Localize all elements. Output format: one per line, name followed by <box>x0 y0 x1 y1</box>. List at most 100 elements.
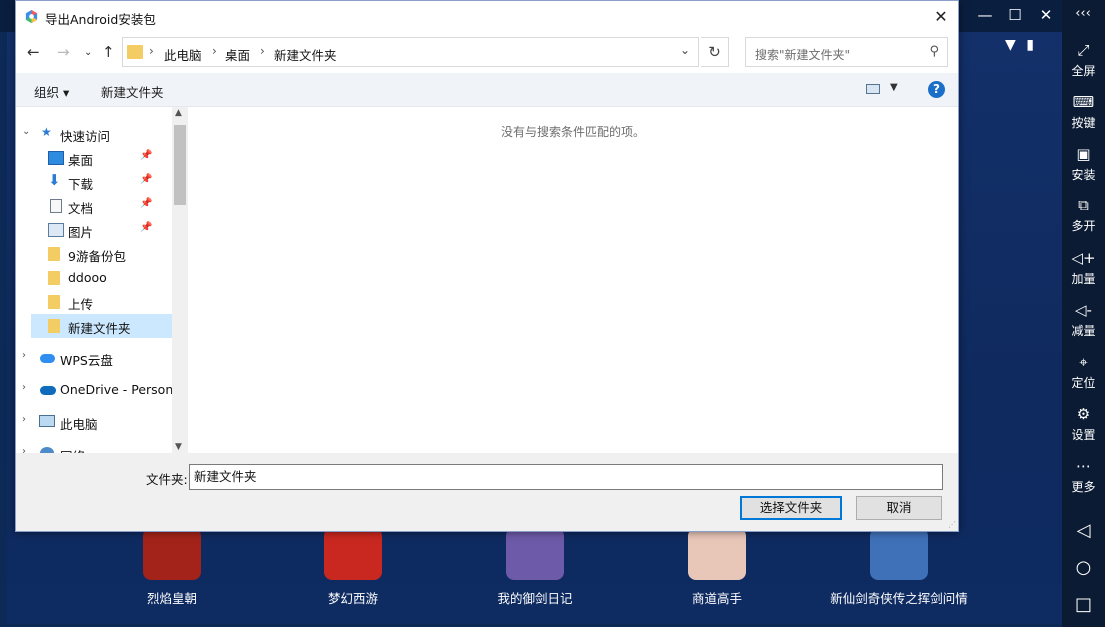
sidebar-multi-button[interactable]: ⧉ 多开 <box>1062 195 1105 234</box>
computer-icon <box>39 415 55 427</box>
scroll-down-icon[interactable]: ▼ <box>175 442 182 452</box>
search-input[interactable]: 搜索"新建文件夹" ⚲ <box>745 37 948 67</box>
address-dropdown-icon[interactable]: ⌄ <box>680 43 690 57</box>
sidebar-location-button[interactable]: ⌖ 定位 <box>1062 352 1105 391</box>
sidebar-label: 更多 <box>1071 480 1096 494</box>
desktop-icon <box>48 151 64 165</box>
breadcrumb-this-pc[interactable]: 此电脑 <box>164 45 202 64</box>
scroll-up-icon[interactable]: ▲ <box>175 108 182 118</box>
tree-item-desktop[interactable]: 桌面 📌 <box>16 146 172 170</box>
address-bar[interactable]: › 此电脑 › 桌面 › 新建文件夹 ⌄ <box>122 37 699 67</box>
app-icon-3[interactable]: 我的御剑日记 <box>455 528 615 607</box>
chevron-down-icon[interactable]: ⌄ <box>22 126 30 137</box>
app-icon-1[interactable]: 烈焰皇朝 <box>92 528 252 607</box>
command-bar: 组织 ▾ 新建文件夹 ▼ ? <box>16 73 958 107</box>
download-arrow-icon: ⬇ <box>48 171 61 189</box>
tree-quick-access[interactable]: ⌄ ★ 快速访问 <box>16 122 172 146</box>
scrollbar-thumb[interactable] <box>174 125 186 205</box>
chevron-right-icon[interactable]: › <box>22 414 26 425</box>
breadcrumb-separator-icon[interactable]: › <box>212 44 217 58</box>
back-arrow-icon[interactable]: ← <box>27 43 40 61</box>
tree-item-9you-backup[interactable]: 9游备份包 <box>16 242 172 266</box>
game-icon <box>688 528 746 580</box>
tree-onedrive[interactable]: › OneDrive - Personal <box>16 378 172 402</box>
sidebar-label: 全屏 <box>1071 64 1096 78</box>
tree-item-downloads[interactable]: ⬇ 下载 📌 <box>16 170 172 194</box>
pin-icon: 📌 <box>140 150 153 161</box>
tree-item-ddooo[interactable]: ddooo <box>16 266 172 290</box>
sidebar-keys-button[interactable]: ⌨ 按键 <box>1062 92 1105 131</box>
app-icon-4[interactable]: 商道高手 <box>637 528 797 607</box>
new-folder-button[interactable]: 新建文件夹 <box>101 82 164 101</box>
app-label: 烈焰皇朝 <box>146 591 197 606</box>
game-icon <box>870 528 928 580</box>
folder-name-input[interactable]: 新建文件夹 <box>189 464 943 490</box>
android-back-icon[interactable]: ◁ <box>1062 520 1105 541</box>
breadcrumb-separator-icon[interactable]: › <box>260 44 265 58</box>
file-list[interactable]: 没有与搜索条件匹配的项。 <box>188 107 958 453</box>
minimize-icon[interactable]: — <box>971 6 999 24</box>
view-options-icon[interactable] <box>866 84 880 94</box>
sidebar-volume-up-button[interactable]: ◁+ 加量 <box>1062 248 1105 287</box>
breadcrumb-separator-icon[interactable]: › <box>149 44 154 58</box>
app-label: 我的御剑日记 <box>497 591 573 606</box>
tree-label: 图片 <box>68 225 94 240</box>
folder-label: 文件夹: <box>146 472 188 487</box>
sidebar-more-button[interactable]: ⋯ 更多 <box>1062 456 1105 495</box>
resize-grip-icon[interactable]: ⋰ <box>948 520 956 529</box>
folder-icon <box>48 271 60 285</box>
app-icon-5[interactable]: 新仙剑奇侠传之挥剑问情 <box>819 528 979 607</box>
close-icon[interactable]: ✕ <box>1032 6 1060 24</box>
tree-item-documents[interactable]: 文档 📌 <box>16 194 172 218</box>
sidebar-fullscreen-button[interactable]: ⤢ 全屏 <box>1062 40 1105 79</box>
pin-icon: 📌 <box>140 222 153 233</box>
sidebar-label: 安装 <box>1071 168 1096 182</box>
multi-instance-icon: ⧉ <box>1078 196 1089 214</box>
app-logo-icon <box>25 9 38 24</box>
tree-network[interactable]: › 网络 <box>16 442 172 453</box>
search-placeholder: 搜索"新建文件夹" <box>755 48 851 62</box>
tree-item-new-folder[interactable]: 新建文件夹 <box>31 314 172 338</box>
folder-icon <box>48 295 60 309</box>
tree-wps-cloud[interactable]: › WPS云盘 <box>16 346 172 370</box>
up-arrow-icon[interactable]: ↑ <box>102 43 115 61</box>
game-icon <box>324 528 382 580</box>
chevron-right-icon[interactable]: › <box>22 446 26 453</box>
dialog-title: 导出Android安装包 <box>45 12 156 27</box>
breadcrumb-desktop[interactable]: 桌面 <box>225 45 250 64</box>
gear-icon: ⚙ <box>1076 405 1091 423</box>
collapse-icon[interactable]: ‹‹‹ <box>1069 6 1097 21</box>
breadcrumb-new-folder[interactable]: 新建文件夹 <box>274 45 337 64</box>
organize-button[interactable]: 组织 ▾ <box>34 82 69 101</box>
cancel-button[interactable]: 取消 <box>856 496 942 520</box>
android-home-icon[interactable]: ○ <box>1062 557 1105 578</box>
folder-icon <box>127 45 143 59</box>
tree-label: 此电脑 <box>60 417 98 432</box>
pin-icon: 📌 <box>140 198 153 209</box>
dialog-close-button[interactable]: ✕ <box>924 1 958 32</box>
sidebar-install-button[interactable]: ▣ 安装 <box>1062 144 1105 183</box>
tree-this-pc[interactable]: › 此电脑 <box>16 410 172 434</box>
android-recents-icon[interactable]: □ <box>1062 594 1105 615</box>
select-folder-button[interactable]: 选择文件夹 <box>740 496 842 520</box>
forward-arrow-icon[interactable]: → <box>57 43 70 61</box>
tree-item-pictures[interactable]: 图片 📌 <box>16 218 172 242</box>
maximize-icon[interactable]: ☐ <box>1001 6 1029 24</box>
tree-label: 文档 <box>68 201 94 216</box>
app-icon-2[interactable]: 梦幻西游 <box>273 528 433 607</box>
sidebar-settings-button[interactable]: ⚙ 设置 <box>1062 404 1105 443</box>
onedrive-icon <box>40 386 56 395</box>
game-icon <box>143 528 201 580</box>
game-icon <box>506 528 564 580</box>
chevron-right-icon[interactable]: › <box>22 382 26 393</box>
sidebar-volume-down-button[interactable]: ◁- 减量 <box>1062 300 1105 339</box>
tree-label: WPS云盘 <box>60 353 113 368</box>
tree-item-upload[interactable]: 上传 <box>16 290 172 314</box>
chevron-right-icon[interactable]: › <box>22 350 26 361</box>
help-icon[interactable]: ? <box>928 81 945 98</box>
star-icon: ★ <box>41 125 52 139</box>
recent-locations-chevron-icon[interactable]: ⌄ <box>84 47 92 58</box>
refresh-icon[interactable]: ↻ <box>701 37 729 67</box>
nav-scrollbar[interactable]: ▲ ▼ <box>172 107 188 453</box>
view-dropdown-icon[interactable]: ▼ <box>890 82 898 93</box>
